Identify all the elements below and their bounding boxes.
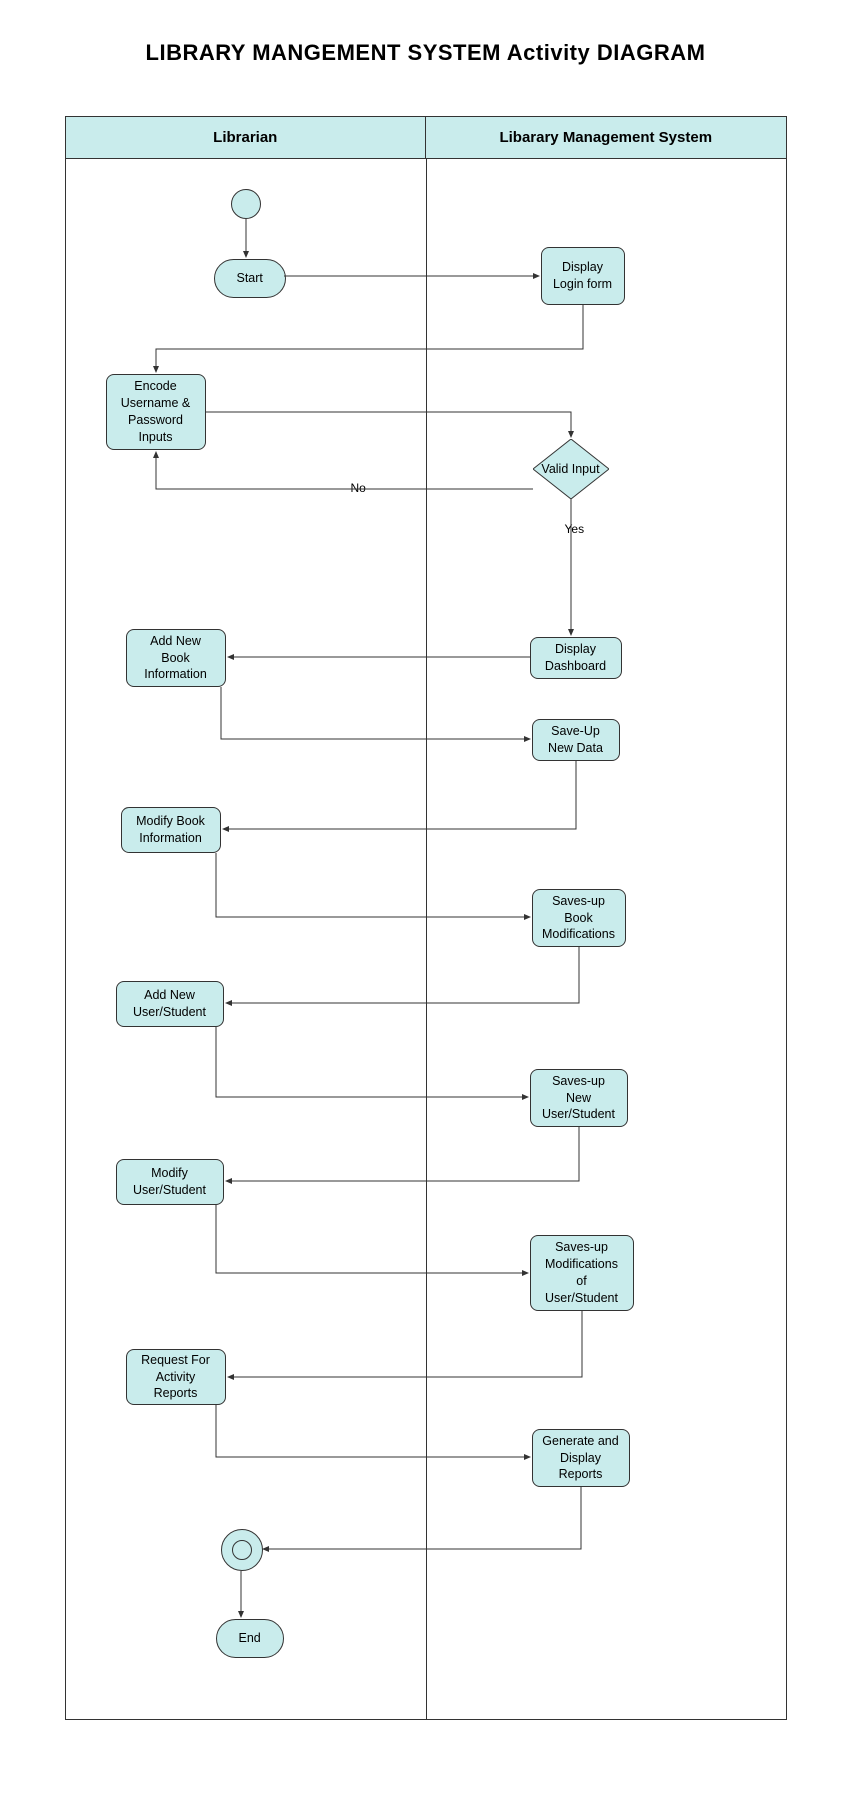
lane-header-librarian: Librarian bbox=[66, 117, 427, 158]
initial-node bbox=[231, 189, 261, 219]
encode-node: Encode Username & Password Inputs bbox=[106, 374, 206, 450]
request-reports-node: Request For Activity Reports bbox=[126, 1349, 226, 1405]
start-node: Start bbox=[214, 259, 286, 298]
display-dashboard-node: Display Dashboard bbox=[530, 637, 622, 679]
save-new-user-node: Saves-up New User/Student bbox=[530, 1069, 628, 1127]
yes-label: Yes bbox=[562, 522, 588, 536]
display-login-node: Display Login form bbox=[541, 247, 625, 305]
final-node bbox=[221, 1529, 263, 1571]
lane-body: Start Encode Username & Password Inputs … bbox=[66, 159, 786, 1719]
swimlane-container: Librarian Libarary Management System Sta… bbox=[65, 116, 787, 1720]
generate-reports-node: Generate and Display Reports bbox=[532, 1429, 630, 1487]
lane-header-system: Libarary Management System bbox=[426, 117, 786, 158]
modify-book-node: Modify Book Information bbox=[121, 807, 221, 853]
lane-divider bbox=[426, 159, 427, 1719]
end-node: End bbox=[216, 1619, 284, 1658]
modify-user-node: Modify User/Student bbox=[116, 1159, 224, 1205]
save-new-data-node: Save-Up New Data bbox=[532, 719, 620, 761]
valid-input-decision: Valid Input bbox=[533, 439, 609, 499]
save-user-mod-node: Saves-up Modifications of User/Student bbox=[530, 1235, 634, 1311]
lane-headers: Librarian Libarary Management System bbox=[66, 117, 786, 159]
add-user-node: Add New User/Student bbox=[116, 981, 224, 1027]
diagram-title: LIBRARY MANGEMENT SYSTEM Activity DIAGRA… bbox=[60, 40, 791, 66]
no-label: No bbox=[348, 481, 369, 495]
save-book-mod-node: Saves-up Book Modifications bbox=[532, 889, 626, 947]
add-book-node: Add New Book Information bbox=[126, 629, 226, 687]
